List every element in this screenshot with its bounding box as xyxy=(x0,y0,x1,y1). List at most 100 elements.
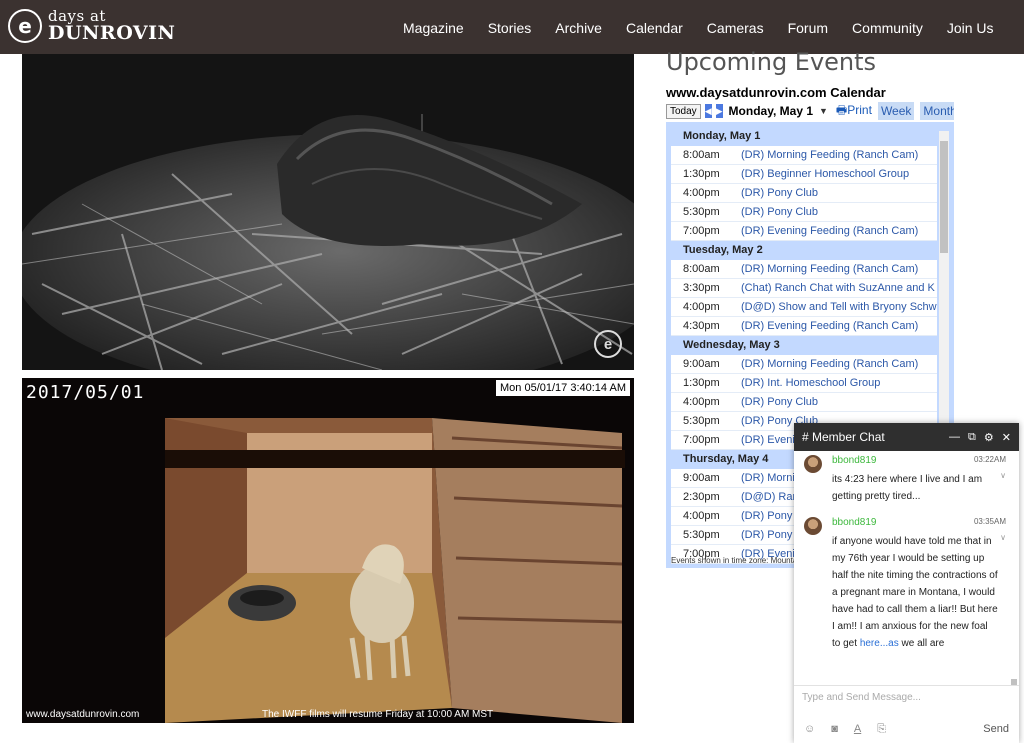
agenda-event-row[interactable]: 1:30pm (DR) Beginner Homeschool Group xyxy=(671,165,937,184)
gear-icon[interactable]: ⚙ xyxy=(984,431,994,444)
event-time: 4:30pm xyxy=(683,320,720,332)
nav-stories[interactable]: Stories xyxy=(488,20,532,36)
cam-site-watermark: www.daysatdunrovin.com xyxy=(26,709,140,720)
print-button[interactable]: 🖶Print xyxy=(836,101,872,121)
nav-community[interactable]: Community xyxy=(852,20,923,36)
tab-week[interactable]: Week xyxy=(877,102,915,120)
agenda-event-row[interactable]: 4:00pm (DR) Pony Club xyxy=(671,184,937,203)
event-title[interactable]: (DR) Morning Feeding (Ranch Cam) xyxy=(741,260,918,278)
agenda-event-row[interactable]: 4:30pm (DR) Evening Feeding (Ranch Cam) xyxy=(671,317,937,336)
chat-title: # Member Chat xyxy=(802,430,885,444)
event-time: 4:00pm xyxy=(683,187,720,199)
event-title[interactable]: (D@D) Show and Tell with Bryony Schw xyxy=(741,298,937,316)
cam-notice: The IWFF films will resume Friday at 10:… xyxy=(262,709,494,720)
event-time: 4:00pm xyxy=(683,510,720,522)
agenda-event-row[interactable]: 4:00pm (DR) Pony Club xyxy=(671,393,937,412)
chat-message: bbond819 03:35AM ∨ if anyone would have … xyxy=(802,513,1010,685)
close-icon[interactable]: ✕ xyxy=(1002,431,1011,444)
message-text: if anyone would have told me that in my … xyxy=(832,533,998,652)
cam-date-overlay: 2017/05/01 xyxy=(26,382,145,403)
event-title[interactable]: (DR) Int. Homeschool Group xyxy=(741,374,880,392)
message-user[interactable]: bbond819 xyxy=(832,455,877,466)
page: e days at DUNROVIN Magazine Stories Arch… xyxy=(0,0,1024,743)
event-time: 7:00pm xyxy=(683,434,720,446)
site-header: e days at DUNROVIN Magazine Stories Arch… xyxy=(0,0,1024,54)
barn-stall-cam[interactable]: 2017/05/01 Mon 05/01/17 3:40:14 AM www.d… xyxy=(22,378,634,723)
message-link[interactable]: here...as xyxy=(860,638,899,649)
nav-calendar[interactable]: Calendar xyxy=(626,20,683,36)
event-title[interactable]: (DR) Pony Club xyxy=(741,184,818,202)
chat-title-text: Member Chat xyxy=(812,430,885,444)
attachment-icon[interactable]: ⎘ xyxy=(877,723,886,736)
event-title[interactable]: (DR) Evening Feeding (Ranch Cam) xyxy=(741,317,918,335)
message-menu-icon[interactable]: ∨ xyxy=(1000,471,1006,480)
date-dropdown-icon[interactable]: ▼ xyxy=(819,106,828,116)
agenda-event-row[interactable]: 5:30pm (DR) Pony Club xyxy=(671,203,937,222)
site-logo[interactable]: e days at DUNROVIN xyxy=(8,9,175,43)
cam-logo-icon: e xyxy=(594,330,622,358)
event-title[interactable]: (DR) Pony Club xyxy=(741,393,818,411)
agenda-event-row[interactable]: 7:00pm (DR) Evening Feeding (Ranch Cam) xyxy=(671,222,937,241)
event-time: 9:00am xyxy=(683,472,720,484)
event-title[interactable]: (DR) Evening Feeding (Ranch Cam) xyxy=(741,222,918,240)
osprey-nest-cam[interactable]: e xyxy=(22,54,634,370)
nav-cameras[interactable]: Cameras xyxy=(707,20,764,36)
nav-forum[interactable]: Forum xyxy=(788,20,828,36)
nav-archive[interactable]: Archive xyxy=(555,20,602,36)
event-title[interactable]: (DR) Morning Feeding (Ranch Cam) xyxy=(741,146,918,164)
print-label: Print xyxy=(847,102,872,117)
event-time: 5:30pm xyxy=(683,206,720,218)
nest-image xyxy=(22,54,634,370)
event-time: 7:00pm xyxy=(683,225,720,237)
calendar-toolbar: Today ◀ ▶ Monday, May 1 ▼ 🖶Print Week Mo… xyxy=(666,101,954,121)
agenda-event-row[interactable]: 8:00am (DR) Morning Feeding (Ranch Cam) xyxy=(671,146,937,165)
event-time: 9:00am xyxy=(683,358,720,370)
chat-toolbar: ☺ ◙ A ⎘ Send xyxy=(794,717,1019,741)
event-time: 5:30pm xyxy=(683,529,720,541)
next-arrow-icon[interactable]: ▶ xyxy=(715,104,723,118)
send-button[interactable]: Send xyxy=(983,723,1009,735)
agenda-event-row[interactable]: 3:30pm (Chat) Ranch Chat with SuzAnne and… xyxy=(671,279,937,298)
today-button[interactable]: Today xyxy=(666,103,701,119)
logo-mark-icon: e xyxy=(8,9,42,43)
event-time: 5:30pm xyxy=(683,415,720,427)
event-time: 8:00am xyxy=(683,149,720,161)
agenda-scroll-thumb[interactable] xyxy=(940,141,948,253)
calendar-title: www.daysatdunrovin.com Calendar xyxy=(666,85,886,100)
event-title[interactable]: (DR) Beginner Homeschool Group xyxy=(741,165,909,183)
event-time: 8:00am xyxy=(683,263,720,275)
agenda-event-row[interactable]: 9:00am (DR) Morning Feeding (Ranch Cam) xyxy=(671,355,937,374)
message-text: its 4:23 here where I live and I am gett… xyxy=(832,474,983,502)
message-time: 03:22AM xyxy=(973,455,1006,464)
minimize-icon[interactable]: — xyxy=(949,431,960,443)
event-time: 3:30pm xyxy=(683,282,720,294)
chat-message-input[interactable]: Type and Send Message... xyxy=(794,685,1019,715)
printer-icon: 🖶 xyxy=(835,102,848,117)
agenda-event-row[interactable]: 4:00pm (D@D) Show and Tell with Bryony Sc… xyxy=(671,298,937,317)
event-title[interactable]: (DR) Morning Feeding (Ranch Cam) xyxy=(741,355,918,373)
main-nav: Magazine Stories Archive Calendar Camera… xyxy=(403,20,1018,36)
agenda-day-header: Monday, May 1 xyxy=(671,127,937,146)
message-menu-icon[interactable]: ∨ xyxy=(1000,533,1006,542)
nav-magazine[interactable]: Magazine xyxy=(403,20,464,36)
logo-text: days at DUNROVIN xyxy=(48,9,175,43)
event-time: 1:30pm xyxy=(683,168,720,180)
tab-month[interactable]: Month xyxy=(920,102,954,120)
nav-join-us[interactable]: Join Us xyxy=(947,20,994,36)
agenda-day-header: Wednesday, May 3 xyxy=(671,336,937,355)
avatar[interactable] xyxy=(804,517,822,535)
event-title[interactable]: (Chat) Ranch Chat with SuzAnne and K xyxy=(741,279,935,297)
avatar[interactable] xyxy=(804,455,822,473)
agenda-event-row[interactable]: 1:30pm (DR) Int. Homeschool Group xyxy=(671,374,937,393)
prev-arrow-icon[interactable]: ◀ xyxy=(704,104,712,118)
member-chat-panel: # Member Chat — ⧉ ⚙ ✕ bbond819 03:22AM ∨… xyxy=(794,423,1019,743)
popout-icon[interactable]: ⧉ xyxy=(968,431,976,444)
camera-icon[interactable]: ◙ xyxy=(831,723,838,735)
agenda-event-row[interactable]: 8:00am (DR) Morning Feeding (Ranch Cam) xyxy=(671,260,937,279)
message-user[interactable]: bbond819 xyxy=(832,517,877,528)
event-time: 2:30pm xyxy=(683,491,720,503)
upcoming-events-heading: Upcoming Events xyxy=(666,48,877,76)
event-title[interactable]: (DR) Pony Club xyxy=(741,203,818,221)
emoji-icon[interactable]: ☺ xyxy=(804,723,815,735)
text-format-icon[interactable]: A xyxy=(854,723,861,735)
